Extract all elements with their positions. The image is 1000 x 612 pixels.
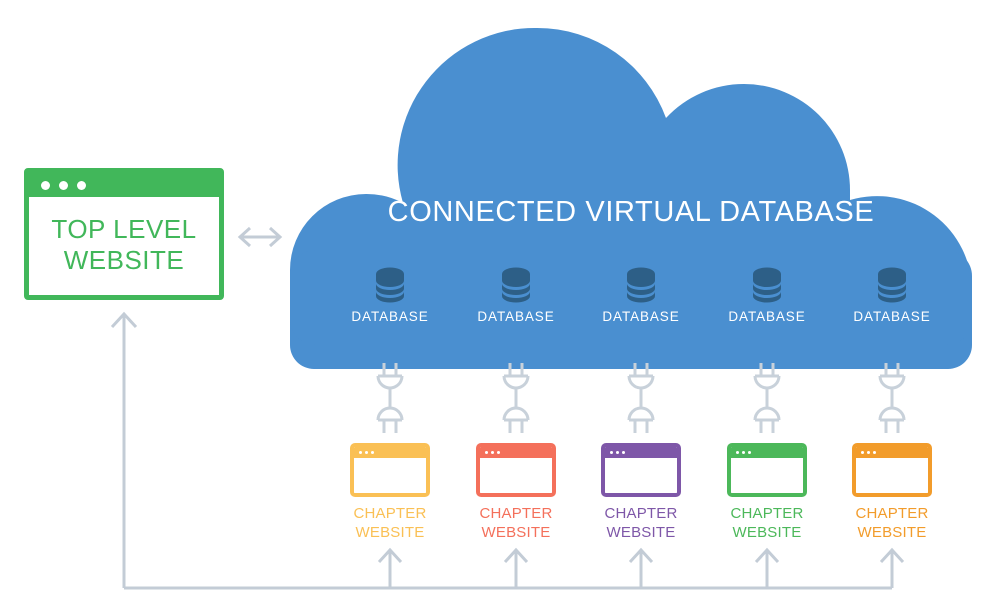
top-level-website-line-1: TOP LEVEL (51, 214, 197, 245)
chapter-website-card-4[interactable]: CHAPTER WEBSITE (711, 443, 823, 543)
chapter-website-card-5[interactable]: CHAPTER WEBSITE (836, 443, 948, 543)
window-dot-3-icon (622, 451, 625, 454)
database-cylinder-icon (878, 267, 906, 303)
window-dot-1-icon (861, 451, 864, 454)
window-dot-2-icon (491, 451, 494, 454)
chapter-website-label-5: CHAPTER WEBSITE (836, 505, 948, 543)
window-titlebar (605, 447, 677, 458)
plug-socket-icon-1 (376, 363, 404, 433)
window-content-area (856, 458, 928, 493)
window-dot-1-icon (485, 451, 488, 454)
database-column-3[interactable]: DATABASE (586, 266, 696, 324)
database-label-5: DATABASE (853, 309, 931, 324)
cloud-title: CONNECTED VIRTUAL DATABASE (387, 196, 875, 228)
chapter-line-2: WEBSITE (732, 523, 802, 541)
chapter-website-label-3: CHAPTER WEBSITE (585, 505, 697, 543)
window-dot-3-icon (873, 451, 876, 454)
top-level-website-card[interactable]: TOP LEVEL WEBSITE (24, 168, 224, 300)
window-dot-green-icon (77, 180, 86, 190)
browser-window-icon (476, 443, 556, 497)
chapter-line-2: WEBSITE (606, 523, 676, 541)
chapter-line-2: WEBSITE (481, 523, 551, 541)
database-cylinder-icon (502, 267, 530, 303)
chapter-line-1: CHAPTER (855, 505, 929, 522)
database-label-4: DATABASE (728, 309, 806, 324)
window-dot-3-icon (371, 451, 374, 454)
window-titlebar (29, 173, 219, 197)
window-dot-1-icon (736, 451, 739, 454)
plug-socket-icon-5 (878, 363, 906, 433)
window-dot-2-icon (616, 451, 619, 454)
database-column-2[interactable]: DATABASE (461, 266, 571, 324)
window-content-area (731, 458, 803, 493)
browser-window-icon (852, 443, 932, 497)
chapter-website-card-1[interactable]: CHAPTER WEBSITE (334, 443, 446, 543)
chapter-line-1: CHAPTER (604, 505, 678, 522)
window-titlebar (731, 447, 803, 458)
window-content-area (354, 458, 426, 493)
window-dot-2-icon (365, 451, 368, 454)
plug-socket-icon-4 (753, 363, 781, 433)
database-column-5[interactable]: DATABASE (837, 266, 947, 324)
window-titlebar (480, 447, 552, 458)
window-dot-2-icon (867, 451, 870, 454)
chapter-website-card-2[interactable]: CHAPTER WEBSITE (460, 443, 572, 543)
window-dot-1-icon (359, 451, 362, 454)
window-content-area (480, 458, 552, 493)
chapter-website-label-4: CHAPTER WEBSITE (711, 505, 823, 543)
chapter-line-1: CHAPTER (353, 505, 427, 522)
window-dot-red-icon (41, 180, 50, 190)
chapter-website-label-1: CHAPTER WEBSITE (334, 505, 446, 543)
database-column-4[interactable]: DATABASE (712, 266, 822, 324)
bidirectional-link-icon (237, 226, 283, 248)
browser-window-icon (601, 443, 681, 497)
window-dot-3-icon (748, 451, 751, 454)
window-dot-yellow-icon (59, 180, 68, 190)
window-dot-1-icon (610, 451, 613, 454)
database-label-2: DATABASE (477, 309, 555, 324)
database-label-3: DATABASE (602, 309, 680, 324)
window-dot-2-icon (742, 451, 745, 454)
chapter-line-2: WEBSITE (355, 523, 425, 541)
chapter-line-1: CHAPTER (730, 505, 804, 522)
plug-socket-icon-2 (502, 363, 530, 433)
browser-window-icon (727, 443, 807, 497)
database-cylinder-icon (627, 267, 655, 303)
diagram-canvas: TOP LEVEL WEBSITE CONNECTED VIRTUAL DATA… (0, 0, 1000, 612)
top-level-website-line-2: WEBSITE (63, 245, 185, 275)
database-column-1[interactable]: DATABASE (335, 266, 445, 324)
window-titlebar (856, 447, 928, 458)
window-dot-3-icon (497, 451, 500, 454)
database-cylinder-icon (376, 267, 404, 303)
chapter-line-2: WEBSITE (857, 523, 927, 541)
database-label-1: DATABASE (351, 309, 429, 324)
top-level-website-label: TOP LEVEL WEBSITE (29, 197, 219, 295)
chapter-website-label-2: CHAPTER WEBSITE (460, 505, 572, 543)
database-cylinder-icon (753, 267, 781, 303)
window-titlebar (354, 447, 426, 458)
window-content-area (605, 458, 677, 493)
chapter-website-card-3[interactable]: CHAPTER WEBSITE (585, 443, 697, 543)
chapter-line-1: CHAPTER (479, 505, 553, 522)
plug-socket-icon-3 (627, 363, 655, 433)
browser-window-icon (350, 443, 430, 497)
